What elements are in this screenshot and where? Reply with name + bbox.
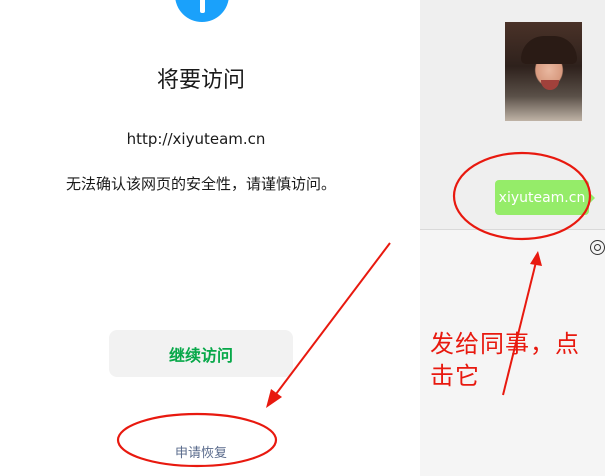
info-icon xyxy=(175,0,229,22)
warning-page: 将要访问 http://xiyuteam.cn 无法确认该网页的安全性，请谨慎访… xyxy=(0,0,420,476)
warning-message: 无法确认该网页的安全性，请谨慎访问。 xyxy=(65,175,336,193)
chat-window: xiyuteam.cn 发给同事，点击它 xyxy=(420,0,605,476)
photo-message[interactable] xyxy=(505,22,582,121)
continue-visit-button[interactable]: 继续访问 xyxy=(109,330,293,377)
warning-url: http://xiyuteam.cn xyxy=(126,130,266,148)
link-message-bubble[interactable]: xiyuteam.cn xyxy=(495,180,595,215)
chat-message-area: xiyuteam.cn xyxy=(420,0,605,229)
annotation-note: 发给同事，点击它 xyxy=(430,330,580,390)
emoji-icon[interactable] xyxy=(590,240,605,255)
warning-title: 将要访问 xyxy=(156,68,245,93)
appeal-restore-link[interactable]: 申请恢复 xyxy=(150,442,252,461)
